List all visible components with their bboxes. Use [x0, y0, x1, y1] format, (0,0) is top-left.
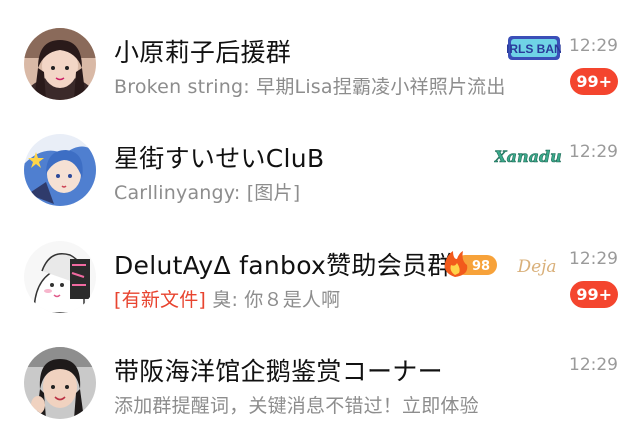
group-avatar[interactable] [24, 134, 96, 206]
group-level-badge: 98 [441, 249, 499, 279]
logo-text: Xanadu [494, 147, 562, 166]
group-avatar[interactable] [24, 347, 96, 419]
unread-badge: 99+ [570, 281, 618, 308]
chat-preview: 添加群提醒词，关键消息不错过！立即体验 [114, 395, 479, 417]
chat-title: 星街すいせいCluB [114, 144, 325, 173]
chat-list: 小原莉子后援群 Broken string: 早期Lisa捏霸凌小祥照片流出 G… [0, 0, 640, 439]
chat-title: 小原莉子后援群 [114, 38, 292, 67]
logo-text: GIRLS BAND [507, 42, 561, 56]
deja-logo: Deja [512, 253, 562, 279]
chat-item-oharariko[interactable]: 小原莉子后援群 Broken string: 早期Lisa捏霸凌小祥照片流出 G… [0, 0, 640, 106]
chat-title: 带阪海洋馆企鹅鉴赏コーナー [114, 357, 443, 386]
group-tag-logo: GIRLS BAND [507, 34, 561, 62]
xanadu-logo: Xanadu [494, 144, 562, 168]
chat-title: DelutAyΔ fanbox赞助会员群 [114, 251, 453, 280]
new-file-tag: [有新文件] [114, 289, 207, 311]
logo-text: Deja [516, 257, 556, 277]
group-avatar[interactable] [24, 241, 96, 313]
unread-badge: 99+ [570, 68, 618, 95]
chat-time: 12:29 [569, 36, 618, 56]
chat-item-delutaya[interactable]: DelutAyΔ fanbox赞助会员群 [有新文件] 臭: 你８是人啊 98 … [0, 213, 640, 319]
chat-preview: [有新文件] 臭: 你８是人啊 [114, 285, 340, 312]
chat-item-hoshimachi[interactable]: 星街すいせいCluB Carllinyangy: [图片] Xanadu 12:… [0, 106, 640, 212]
chat-preview: Broken string: 早期Lisa捏霸凌小祥照片流出 [114, 76, 506, 98]
chat-time: 12:29 [569, 249, 618, 269]
chat-item-penguin[interactable]: 带阪海洋馆企鹅鉴赏コーナー 添加群提醒词，关键消息不错过！立即体验 12:29 [0, 319, 640, 425]
chat-time: 12:29 [569, 142, 618, 162]
chat-preview: Carllinyangy: [图片] [114, 182, 301, 204]
chat-preview-text: 臭: 你８是人啊 [206, 289, 341, 311]
group-avatar[interactable] [24, 28, 96, 100]
chat-time: 12:29 [569, 355, 618, 375]
level-number: 98 [472, 259, 490, 274]
